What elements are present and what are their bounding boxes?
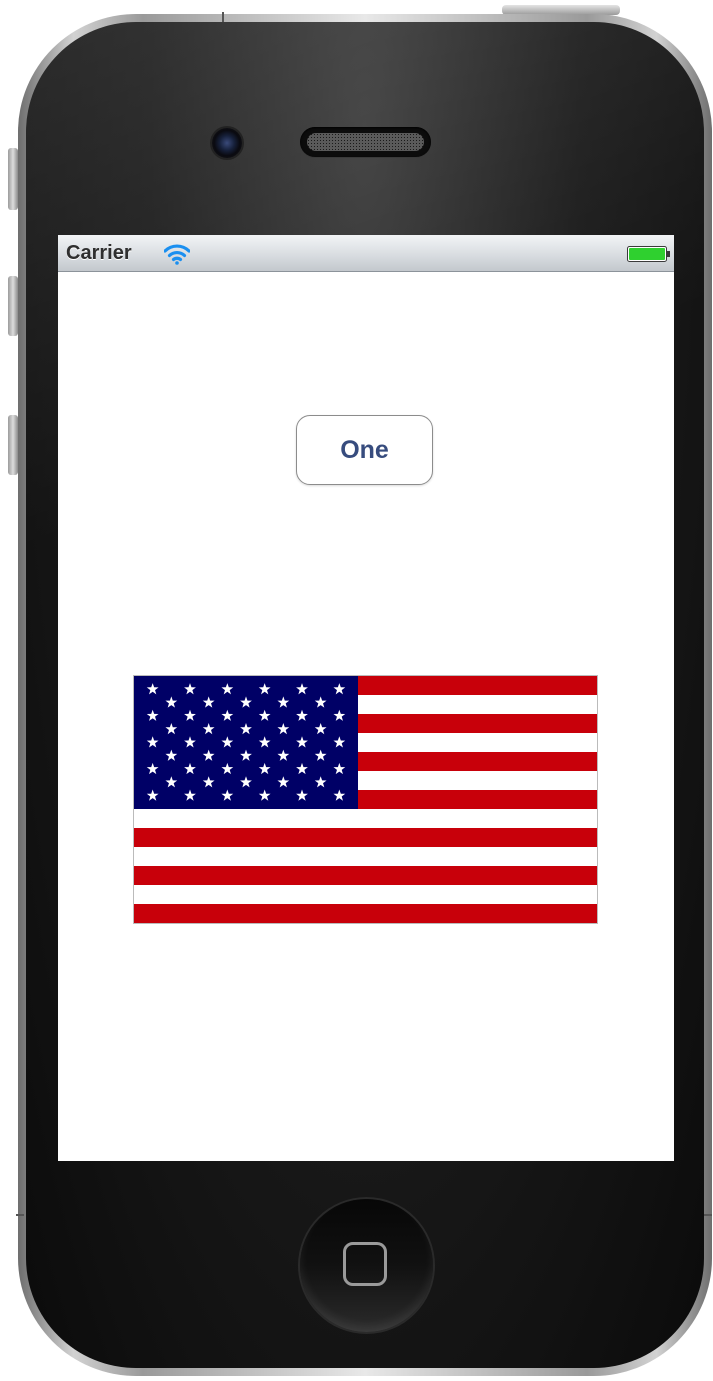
- flag-stripe: [134, 828, 597, 848]
- iphone-simulator: Carrier One: [0, 0, 713, 1381]
- volume-down-button[interactable]: [8, 415, 18, 475]
- volume-up-button[interactable]: [8, 276, 18, 336]
- flag-stripe: [134, 904, 597, 923]
- one-button[interactable]: One: [296, 415, 433, 485]
- flag-stripe: [134, 847, 597, 867]
- status-bar: Carrier: [58, 235, 674, 272]
- us-flag-image: [134, 676, 597, 923]
- flag-stripe: [134, 809, 597, 829]
- battery-icon: [627, 246, 670, 262]
- flag-stripe: [134, 866, 597, 886]
- front-camera-icon: [212, 128, 242, 158]
- screen: Carrier One: [58, 235, 674, 1161]
- flag-stripe: [134, 885, 597, 905]
- mute-switch[interactable]: [8, 148, 18, 210]
- wifi-icon: [164, 244, 190, 265]
- carrier-label: Carrier: [66, 242, 132, 264]
- home-button-icon: [343, 1242, 387, 1286]
